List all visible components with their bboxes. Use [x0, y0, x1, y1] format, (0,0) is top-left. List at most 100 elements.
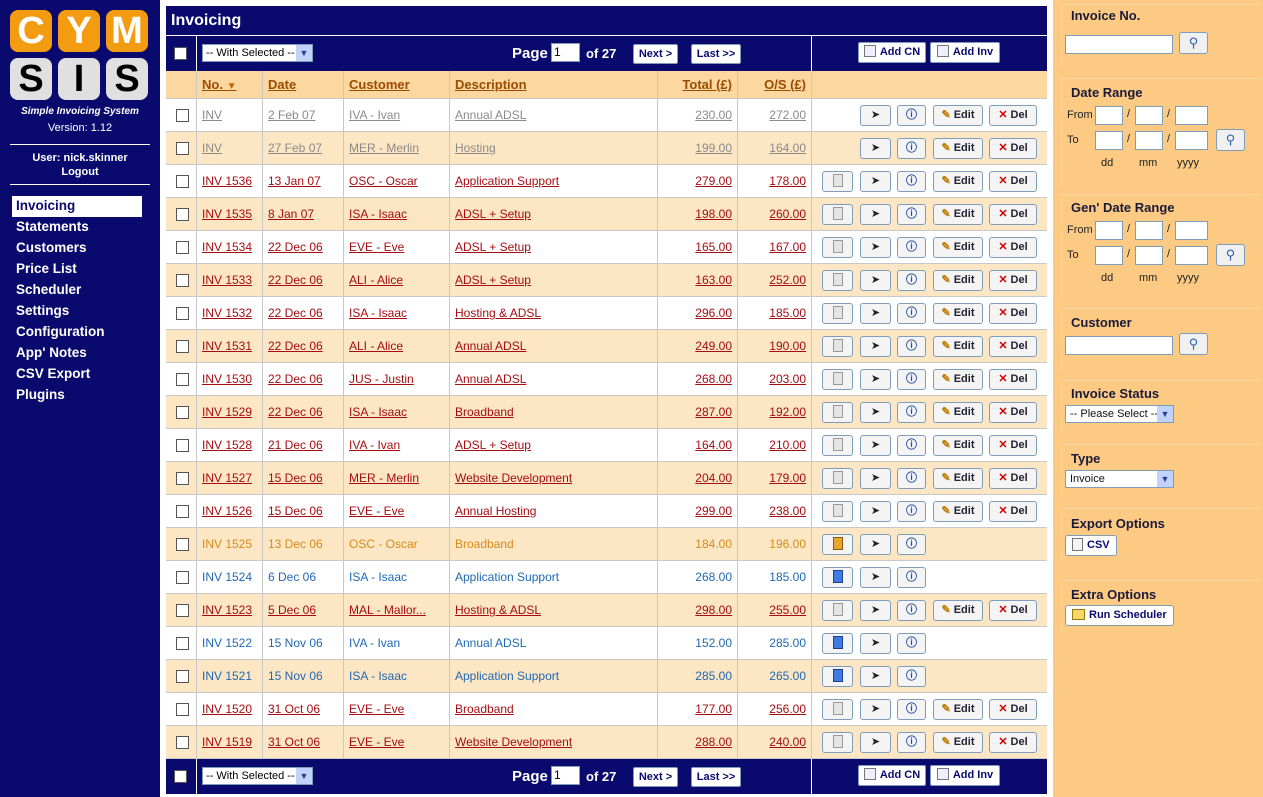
edit-button[interactable]: ✎ Edit: [933, 105, 983, 126]
with-selected-dropdown[interactable]: -- With Selected -- ▼: [202, 767, 313, 785]
invoice-date[interactable]: 22 Dec 06: [263, 231, 344, 264]
gen-from-yyyy[interactable]: [1175, 221, 1208, 240]
search-icon[interactable]: ⚲: [1216, 129, 1245, 151]
invoice-date[interactable]: 22 Dec 06: [263, 330, 344, 363]
edit-button[interactable]: ✎ Edit: [933, 699, 983, 720]
next-page-button[interactable]: Next >: [633, 767, 678, 787]
status-doc-icon[interactable]: [822, 270, 853, 291]
type-select[interactable]: Invoice ▼: [1065, 470, 1174, 488]
invoice-number[interactable]: INV 1532: [197, 297, 263, 330]
customer-name[interactable]: EVE - Eve: [344, 693, 450, 726]
total-amount[interactable]: 163.00: [658, 264, 738, 297]
info-icon[interactable]: ⓘ: [897, 633, 926, 654]
next-page-button[interactable]: Next >: [633, 44, 678, 64]
customer-name[interactable]: ISA - Isaac: [344, 297, 450, 330]
send-icon[interactable]: ➤: [860, 303, 891, 324]
outstanding-amount[interactable]: 203.00: [738, 363, 812, 396]
run-scheduler-button[interactable]: Run Scheduler: [1065, 605, 1174, 626]
row-checkbox[interactable]: [176, 505, 189, 518]
send-icon[interactable]: ➤: [860, 138, 891, 159]
info-icon[interactable]: ⓘ: [897, 567, 926, 588]
total-amount[interactable]: 298.00: [658, 594, 738, 627]
invoice-no-input[interactable]: [1065, 35, 1173, 54]
description[interactable]: Annual Hosting: [450, 495, 658, 528]
info-icon[interactable]: ⓘ: [897, 138, 926, 159]
total-amount[interactable]: 288.00: [658, 726, 738, 759]
edit-button[interactable]: ✎ Edit: [933, 237, 983, 258]
row-checkbox[interactable]: [176, 208, 189, 221]
send-icon[interactable]: ➤: [860, 105, 891, 126]
outstanding-amount[interactable]: 190.00: [738, 330, 812, 363]
row-checkbox[interactable]: [176, 670, 189, 683]
customer-name[interactable]: EVE - Eve: [344, 726, 450, 759]
description[interactable]: Application Support: [450, 165, 658, 198]
total-amount[interactable]: 279.00: [658, 165, 738, 198]
column-header-no[interactable]: No. ▼: [197, 71, 263, 99]
delete-button[interactable]: ✕ Del: [989, 501, 1037, 522]
total-amount[interactable]: 165.00: [658, 231, 738, 264]
add-credit-note-button[interactable]: Add CN: [858, 765, 926, 786]
invoice-date[interactable]: 27 Feb 07: [263, 132, 344, 165]
status-doc-icon[interactable]: [822, 600, 853, 621]
customer-name[interactable]: ISA - Isaac: [344, 198, 450, 231]
invoice-date[interactable]: 22 Dec 06: [263, 396, 344, 429]
edit-button[interactable]: ✎ Edit: [933, 336, 983, 357]
column-header-total[interactable]: Total (£): [658, 71, 738, 99]
customer-name[interactable]: MAL - Mallor...: [344, 594, 450, 627]
send-icon[interactable]: ➤: [860, 534, 891, 555]
outstanding-amount[interactable]: 179.00: [738, 462, 812, 495]
info-icon[interactable]: ⓘ: [897, 270, 926, 291]
nav-item-scheduler[interactable]: Scheduler: [12, 280, 142, 301]
status-doc-icon[interactable]: [822, 435, 853, 456]
invoice-number[interactable]: INV: [197, 99, 263, 132]
row-checkbox[interactable]: [176, 439, 189, 452]
edit-button[interactable]: ✎ Edit: [933, 402, 983, 423]
customer-name[interactable]: EVE - Eve: [344, 231, 450, 264]
edit-button[interactable]: ✎ Edit: [933, 171, 983, 192]
send-icon[interactable]: ➤: [860, 699, 891, 720]
status-doc-icon[interactable]: [822, 303, 853, 324]
page-number-input[interactable]: 1: [551, 766, 580, 785]
invoice-date[interactable]: 15 Dec 06: [263, 462, 344, 495]
add-credit-note-button[interactable]: Add CN: [858, 42, 926, 63]
description[interactable]: Broadband: [450, 693, 658, 726]
date-from-mm[interactable]: [1135, 106, 1163, 125]
send-icon[interactable]: ➤: [860, 468, 891, 489]
delete-button[interactable]: ✕ Del: [989, 138, 1037, 159]
info-icon[interactable]: ⓘ: [897, 501, 926, 522]
row-checkbox[interactable]: [176, 274, 189, 287]
invoice-number[interactable]: INV 1529: [197, 396, 263, 429]
send-icon[interactable]: ➤: [860, 435, 891, 456]
nav-item-app-notes[interactable]: App' Notes: [12, 343, 142, 364]
date-to-mm[interactable]: [1135, 131, 1163, 150]
nav-item-price-list[interactable]: Price List: [12, 259, 142, 280]
send-icon[interactable]: ➤: [860, 402, 891, 423]
send-icon[interactable]: ➤: [860, 732, 891, 753]
description[interactable]: Broadband: [450, 396, 658, 429]
delete-button[interactable]: ✕ Del: [989, 699, 1037, 720]
invoice-number[interactable]: INV 1530: [197, 363, 263, 396]
send-icon[interactable]: ➤: [860, 336, 891, 357]
invoice-number[interactable]: INV 1519: [197, 726, 263, 759]
info-icon[interactable]: ⓘ: [897, 468, 926, 489]
outstanding-amount[interactable]: 240.00: [738, 726, 812, 759]
send-icon[interactable]: ➤: [860, 270, 891, 291]
edit-button[interactable]: ✎ Edit: [933, 501, 983, 522]
row-checkbox[interactable]: [176, 538, 189, 551]
customer-name[interactable]: MER - Merlin: [344, 132, 450, 165]
column-header-customer[interactable]: Customer: [344, 71, 450, 99]
gen-from-mm[interactable]: [1135, 221, 1163, 240]
edit-button[interactable]: ✎ Edit: [933, 270, 983, 291]
customer-name[interactable]: IVA - Ivan: [344, 429, 450, 462]
info-icon[interactable]: ⓘ: [897, 237, 926, 258]
outstanding-amount[interactable]: 178.00: [738, 165, 812, 198]
total-amount[interactable]: 296.00: [658, 297, 738, 330]
invoice-date[interactable]: 13 Jan 07: [263, 165, 344, 198]
send-icon[interactable]: ➤: [860, 501, 891, 522]
invoice-number[interactable]: INV 1528: [197, 429, 263, 462]
last-page-button[interactable]: Last >>: [691, 767, 741, 787]
add-invoice-button[interactable]: Add Inv: [930, 42, 1000, 63]
status-doc-icon[interactable]: [822, 171, 853, 192]
column-header-os[interactable]: O/S (£): [738, 71, 812, 99]
info-icon[interactable]: ⓘ: [897, 105, 926, 126]
